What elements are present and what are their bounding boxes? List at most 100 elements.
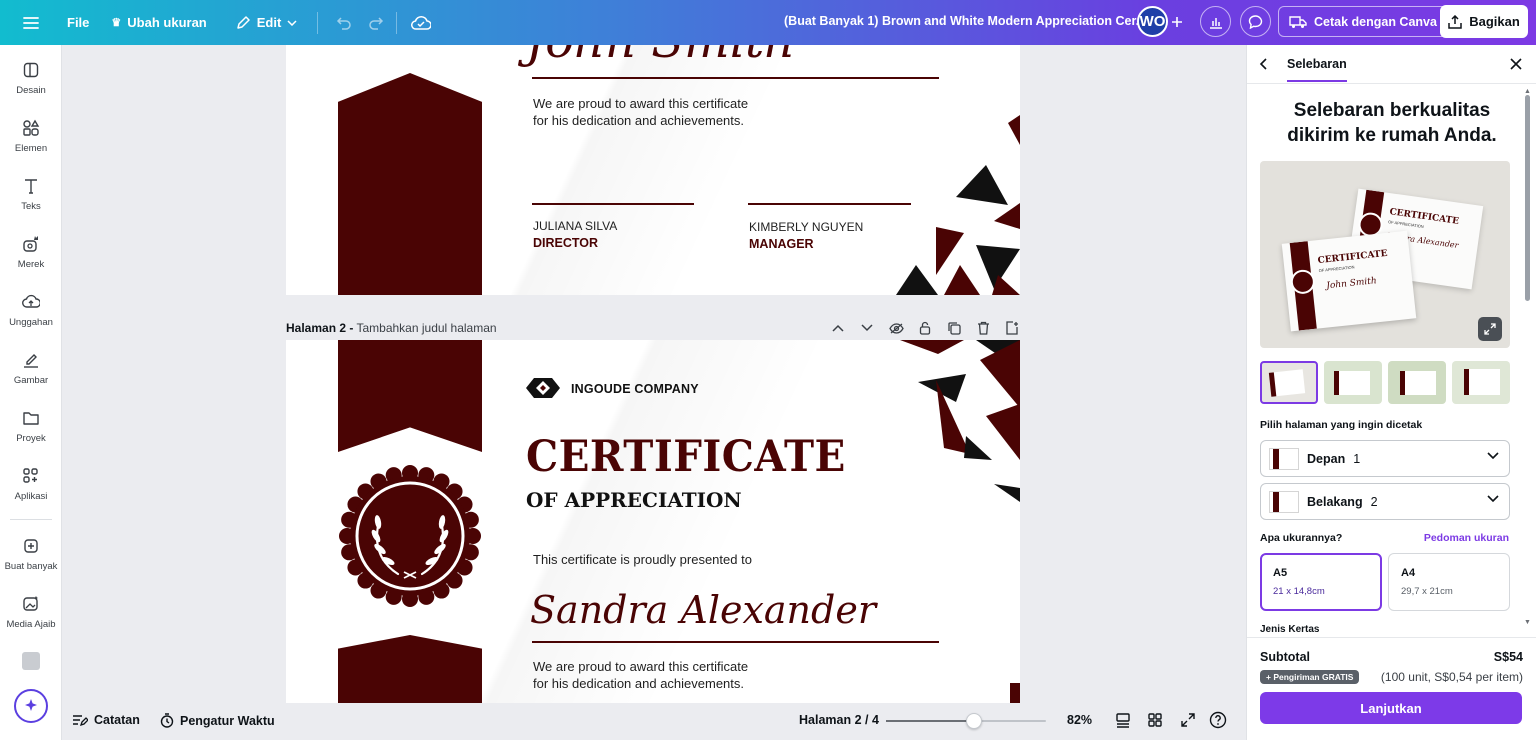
size-option-a5[interactable]: A5 21 x 14,8cm	[1260, 553, 1382, 611]
sidebar-item-label: Aplikasi	[14, 491, 48, 502]
move-down-icon[interactable]	[859, 320, 875, 336]
scroll-down-arrow[interactable]: ▼	[1524, 619, 1531, 626]
preview-thumbnail-2[interactable]	[1324, 361, 1382, 404]
help-icon[interactable]	[1209, 711, 1227, 734]
size-guide-link[interactable]: Pedoman ukuran	[1424, 532, 1509, 544]
back-icon[interactable]	[1259, 57, 1269, 76]
delete-page-icon[interactable]	[975, 320, 991, 336]
product-preview-image: CERTIFICATE OF APPRECIATION Sandra Alexa…	[1260, 161, 1510, 348]
panel-scrollbar[interactable]	[1525, 95, 1530, 301]
upload-icon	[22, 294, 40, 308]
chevron-down-icon	[1487, 495, 1499, 503]
body-text-line-2: for his dedication and achievements.	[533, 113, 745, 128]
edit-label: Edit	[256, 15, 282, 30]
presented-to-text: This certificate is proudly presented to	[533, 552, 752, 567]
grid-view-icon[interactable]	[1147, 712, 1163, 733]
sidebar-item-apps[interactable]: Aplikasi	[0, 461, 62, 513]
page-2-label[interactable]: Halaman 2 - Tambahkan judul halaman	[286, 321, 497, 335]
insights-button[interactable]	[1200, 6, 1231, 37]
undo-icon[interactable]	[328, 7, 360, 39]
preview-thumbnail-3[interactable]	[1388, 361, 1446, 404]
cloud-saved-icon[interactable]	[405, 7, 437, 39]
duplicate-page-icon[interactable]	[946, 320, 962, 336]
award-seal	[339, 465, 481, 607]
back-label: Belakang	[1307, 494, 1363, 509]
zoom-slider[interactable]	[886, 713, 1046, 729]
editor-canvas: John Smith We are proud to award this ce…	[62, 45, 1246, 703]
sidebar-item-uploads[interactable]: Unggahan	[0, 287, 62, 339]
redo-icon[interactable]	[360, 7, 392, 39]
move-up-icon[interactable]	[830, 320, 846, 336]
signer-2-name: KIMBERLY NGUYEN	[749, 220, 864, 234]
comments-button[interactable]	[1240, 6, 1271, 37]
front-page-select[interactable]: Depan 1	[1260, 440, 1510, 477]
resize-button[interactable]: ♛ Ubah ukuran	[103, 7, 214, 39]
back-page-select[interactable]: Belakang 2	[1260, 483, 1510, 520]
signer-1-role: DIRECTOR	[533, 236, 599, 250]
left-sidebar: Desain Elemen Teks Merek Unggahan Gambar…	[0, 45, 62, 740]
recipient-name: Sandra Alexander	[530, 588, 877, 632]
thumbnail-cert	[1464, 369, 1500, 395]
hide-page-icon[interactable]	[888, 320, 904, 336]
body-text-line-1: We are proud to award this certificate	[533, 96, 749, 111]
divider	[396, 11, 398, 34]
zoom-slider-handle[interactable]	[966, 713, 982, 729]
tab-flyers[interactable]: Selebaran	[1287, 57, 1347, 82]
recipient-name: John Smith	[526, 45, 795, 69]
share-icon	[1448, 14, 1462, 29]
preview-thumbnail-1[interactable]	[1260, 361, 1318, 404]
page-view-icon[interactable]	[1115, 712, 1131, 733]
draw-icon	[24, 354, 38, 368]
geometric-decoration	[896, 115, 1020, 295]
share-button[interactable]: Bagikan	[1440, 5, 1528, 38]
print-with-canva-button[interactable]: Cetak dengan Canva	[1278, 6, 1448, 37]
page-title-placeholder[interactable]: Tambahkan judul halaman	[356, 321, 496, 335]
checkout-footer: Subtotal S$54 + Pengiriman GRATIS (100 u…	[1247, 637, 1536, 740]
size-option-a4[interactable]: A4 29,7 x 21cm	[1388, 553, 1510, 611]
sidebar-item-brand[interactable]: Merek	[0, 229, 62, 281]
add-collaborator-button[interactable]	[1162, 6, 1192, 37]
fullscreen-icon[interactable]	[1180, 712, 1196, 733]
file-menu-button[interactable]: File	[59, 7, 97, 39]
zoom-level[interactable]: 82%	[1067, 713, 1092, 727]
preview-cert-name: John Smith	[1325, 276, 1378, 292]
certificate-subtitle: OF APPRECIATION	[526, 488, 742, 512]
signer-2-role: MANAGER	[749, 237, 814, 251]
sidebar-item-projects[interactable]: Proyek	[0, 403, 62, 455]
continue-button[interactable]: Lanjutkan	[1260, 692, 1522, 724]
add-page-icon[interactable]	[1004, 320, 1020, 336]
sidebar-item-draw[interactable]: Gambar	[0, 345, 62, 397]
company-name: INGOUDE COMPANY	[571, 382, 699, 396]
close-icon[interactable]	[1509, 57, 1523, 76]
sidebar-item-text[interactable]: Teks	[0, 171, 62, 223]
notes-icon	[73, 715, 88, 727]
notes-button[interactable]: Catatan	[72, 713, 140, 727]
page-thumbnail	[1269, 490, 1299, 513]
lock-page-icon[interactable]	[917, 320, 933, 336]
sidebar-item-magic-media[interactable]: Media Ajaib	[0, 589, 62, 641]
document-title[interactable]: (Buat Banyak 1) Brown and White Modern A…	[784, 14, 1146, 28]
thumbnail-cert	[1400, 371, 1436, 395]
back-page-number: 2	[1370, 494, 1378, 509]
brand-icon	[23, 236, 38, 252]
certificate-page-2[interactable]: INGOUDE COMPANY CERTIFICATE OF APPRECIAT…	[286, 340, 1020, 703]
top-toolbar: File ♛ Ubah ukuran Edit (Buat Banyak 1) …	[0, 0, 1536, 45]
magic-assistant-button[interactable]	[14, 689, 48, 723]
expand-icon[interactable]	[1478, 317, 1502, 341]
page-indicator[interactable]: Halaman 2 / 4	[799, 713, 879, 727]
sidebar-divider	[10, 519, 52, 520]
sidebar-item-design[interactable]: Desain	[0, 55, 62, 107]
preview-thumbnail-4[interactable]	[1452, 361, 1510, 404]
scroll-up-arrow[interactable]: ▲	[1524, 88, 1531, 95]
menu-icon[interactable]	[15, 7, 47, 39]
name-underline	[532, 77, 939, 79]
certificate-page-1[interactable]: John Smith We are proud to award this ce…	[286, 45, 1020, 295]
name-underline	[532, 641, 939, 643]
edit-menu-button[interactable]: Edit	[227, 7, 306, 39]
sidebar-item-elements[interactable]: Elemen	[0, 113, 62, 165]
sidebar-item-bulk-create[interactable]: Buat banyak	[0, 531, 62, 583]
timer-button[interactable]: Pengatur Waktu	[160, 713, 275, 728]
app-icon-placeholder[interactable]	[22, 652, 40, 670]
bulk-create-icon	[24, 539, 38, 553]
ribbon-bottom	[338, 635, 482, 703]
